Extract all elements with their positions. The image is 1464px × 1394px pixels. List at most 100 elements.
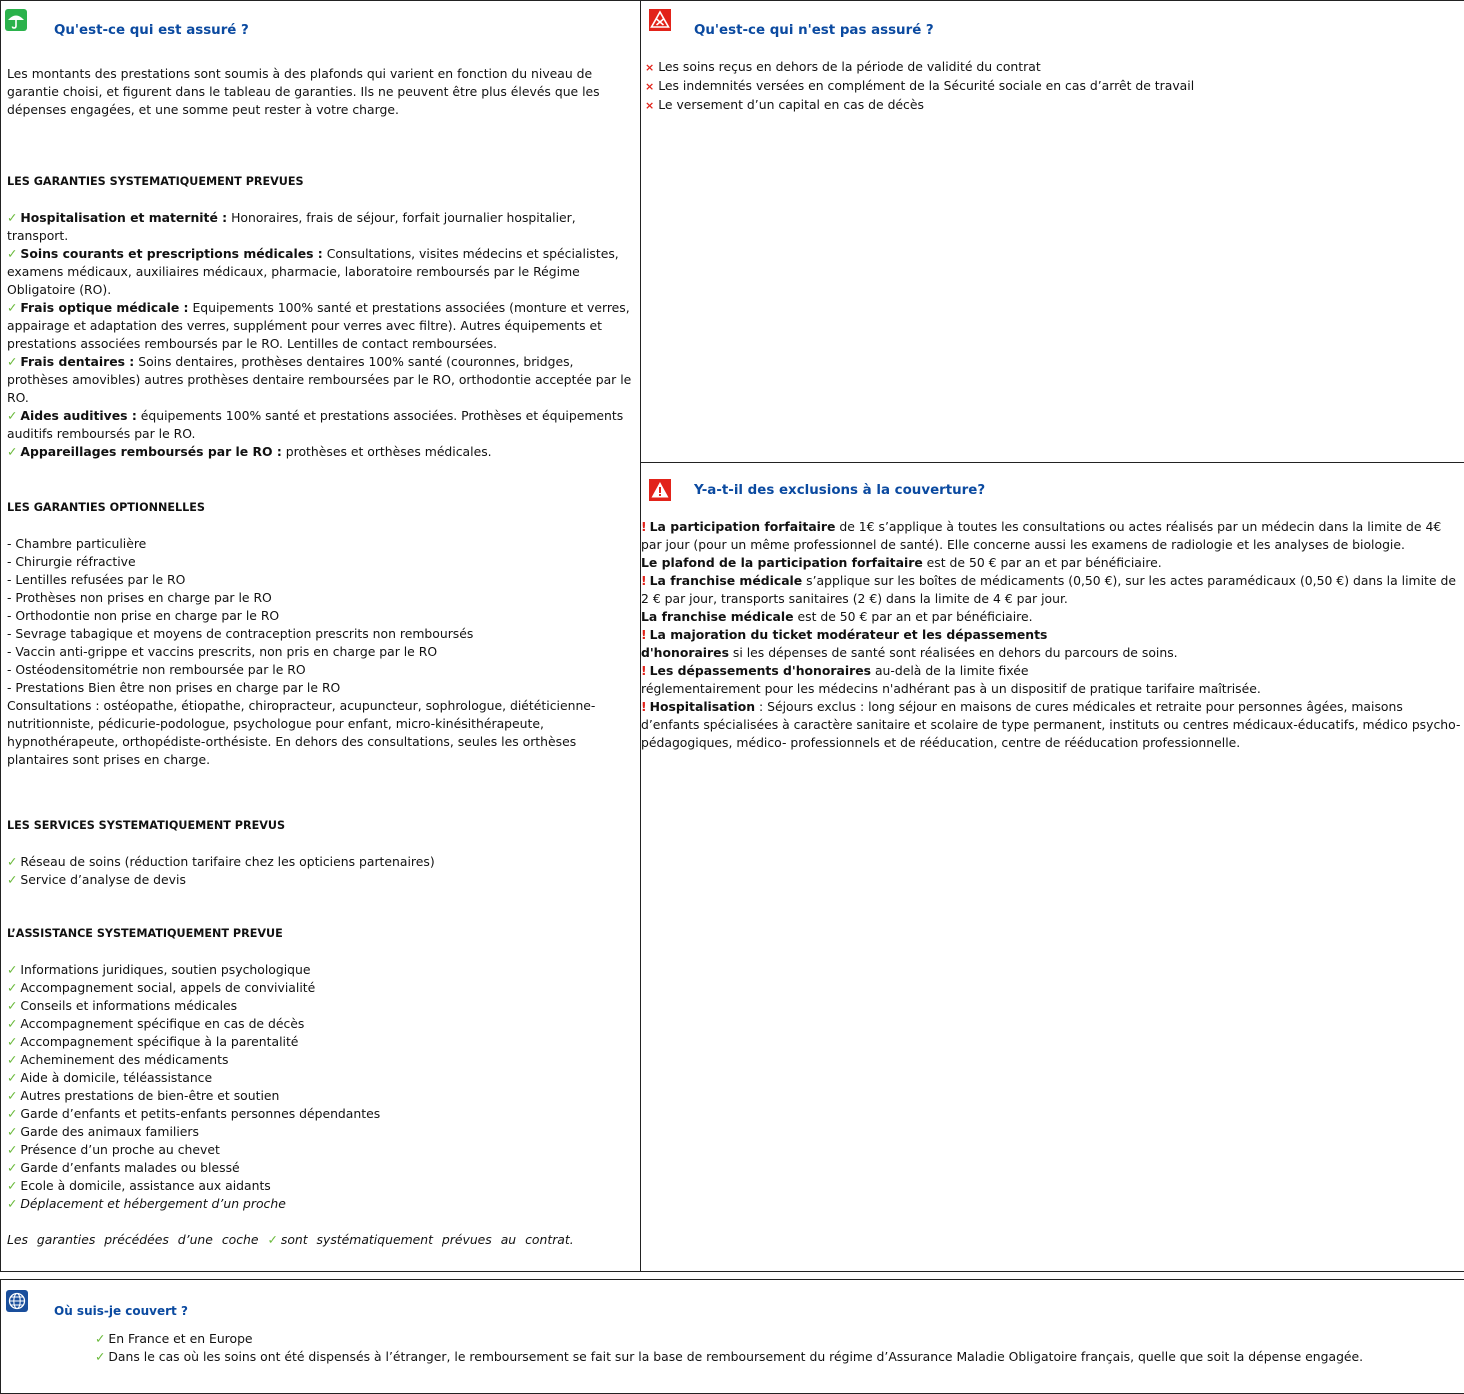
exclusions-header: Y-a-t-il des exclusions à la couverture? (641, 463, 1464, 501)
list-item: ✓ Garde des animaux familiers (7, 1124, 199, 1139)
systematic-list: ✓ Hospitalisation et maternité : Honorair… (7, 209, 632, 461)
list-item: ✓ Ecole à domicile, assistance aux aidant… (7, 1178, 271, 1193)
check-icon: ✓ (7, 210, 18, 225)
assured-body: Les montants des prestations sont soumis… (7, 65, 632, 461)
systematic-title: LES GARANTIES SYSTEMATIQUEMENT PREVUES (7, 175, 304, 188)
exclusion-item: ! La franchise médicale s’applique sur le… (641, 573, 1456, 606)
optional-note: Consultations : ostéopathe, étiopathe, c… (7, 698, 596, 767)
check-icon: ✓ (7, 246, 18, 261)
check-icon: ✓ (7, 1124, 18, 1139)
where-panel: Où suis-je couvert ? ✓ En France et en Eu… (0, 1279, 1464, 1394)
list-item: ✓ Dans le cas où les soins ont été dispen… (95, 1349, 1364, 1364)
check-icon: ✓ (7, 980, 18, 995)
assured-header: Qu'est-ce qui est assuré ? (1, 1, 640, 38)
list-item: - Prothèses non prises en charge par le … (7, 590, 272, 605)
list-item: - Chirurgie réfractive (7, 554, 136, 569)
exclusion-item: réglementairement pour les médecins n'ad… (641, 681, 1261, 696)
exclusion-item: ! Hospitalisation : Séjours exclus : long… (641, 699, 1461, 750)
list-item: ✓ Garde d’enfants et petits-enfants perso… (7, 1106, 381, 1121)
check-icon: ✓ (95, 1331, 106, 1346)
services-block: LES SERVICES SYSTEMATIQUEMENT PREVUS ✓ Ré… (7, 817, 632, 889)
list-item: ✓ Service d’analyse de devis (7, 872, 186, 887)
check-icon: ✓ (7, 998, 18, 1013)
check-icon: ✓ (7, 300, 18, 315)
optional-title: LES GARANTIES OPTIONNELLES (7, 501, 205, 514)
list-item: × Le versement d’un capital en cas de déc… (645, 97, 924, 112)
list-item: ✓ Autres prestations de bien-être et sout… (7, 1088, 280, 1103)
exclusion-item: d'honoraires si les dépenses de santé so… (641, 645, 1178, 660)
cross-icon: × (645, 80, 655, 93)
check-icon: ✓ (7, 1088, 18, 1103)
exclusions-panel: Y-a-t-il des exclusions à la couverture?… (640, 462, 1464, 1272)
assistance-block: L’ASSISTANCE SYSTEMATIQUEMENT PREVUE ✓ In… (7, 925, 632, 1249)
check-icon: ✓ (7, 1052, 18, 1067)
check-icon: ✓ (7, 1178, 18, 1193)
list-item: ✓ Aides auditives : équipements 100% sant… (7, 408, 624, 441)
list-item: - Prestations Bien être non prises en ch… (7, 680, 341, 695)
where-title: Où suis-je couvert ? (54, 1304, 188, 1318)
exclamation-icon: ! (641, 573, 647, 588)
no-entry-warning-icon (649, 9, 671, 31)
list-item: - Orthodontie non prise en charge par le… (7, 608, 280, 623)
check-icon: ✓ (267, 1232, 278, 1247)
list-item: ✓ Informations juridiques, soutien psycho… (7, 962, 311, 977)
list-item: ✓ Appareillages remboursés par le RO : pr… (7, 444, 492, 459)
list-item: - Ostéodensitométrie non remboursée par … (7, 662, 306, 677)
where-list: ✓ En France et en Europe ✓ Dans le cas où … (95, 1330, 1456, 1366)
exclusions-body: ! La participation forfaitaire de 1€ s’ap… (641, 518, 1462, 752)
list-item: - Lentilles refusées par le RO (7, 572, 186, 587)
assured-intro: Les montants des prestations sont soumis… (7, 66, 600, 117)
list-item: × Les indemnités versées en complément de… (645, 78, 1195, 93)
check-icon: ✓ (7, 1142, 18, 1157)
check-icon: ✓ (7, 854, 18, 869)
check-icon: ✓ (7, 1016, 18, 1031)
list-item: ✓ Réseau de soins (réduction tarifaire ch… (7, 854, 435, 869)
list-item: ✓ Aide à domicile, téléassistance (7, 1070, 213, 1085)
not-assured-panel: Qu'est-ce qui n'est pas assuré ? × Les so… (640, 0, 1464, 463)
exclamation-icon: ! (641, 663, 647, 678)
check-icon: ✓ (7, 1070, 18, 1085)
services-title: LES SERVICES SYSTEMATIQUEMENT PREVUS (7, 819, 286, 832)
list-item: - Chambre particulière (7, 536, 147, 551)
globe-icon (6, 1290, 28, 1312)
exclamation-icon: ! (641, 699, 647, 714)
list-item: ✓ Frais dentaires : Soins dentaires, prot… (7, 354, 632, 405)
list-item: ✓ Accompagnement social, appels de conviv… (7, 980, 316, 995)
exclusions-title: Y-a-t-il des exclusions à la couverture? (694, 483, 986, 498)
cross-icon: × (645, 61, 655, 74)
list-item: × Les soins reçus en dehors de la période… (645, 59, 1041, 74)
assured-title: Qu'est-ce qui est assuré ? (54, 23, 249, 38)
check-icon: ✓ (7, 1196, 18, 1211)
list-item: ✓ Acheminement des médicaments (7, 1052, 229, 1067)
not-assured-header: Qu'est-ce qui n'est pas assuré ? (641, 1, 1464, 38)
exclamation-icon: ! (641, 519, 647, 534)
umbrella-icon (5, 9, 27, 31)
list-item: ✓ Garde d’enfants malades ou blessé (7, 1160, 240, 1175)
exclamation-icon: ! (641, 627, 647, 642)
list-item: ✓ Déplacement et hébergement d’un proche (7, 1196, 286, 1211)
check-icon: ✓ (7, 1106, 18, 1121)
optional-block: LES GARANTIES OPTIONNELLES - Chambre par… (7, 499, 632, 769)
exclusion-item: La franchise médicale est de 50 € par an… (641, 609, 1033, 624)
check-icon: ✓ (95, 1349, 106, 1364)
exclusion-item: ! La majoration du ticket modérateur et l… (641, 627, 1048, 642)
footnote: Les garanties précédées d’une coche ✓ son… (7, 1232, 574, 1247)
exclusion-item: ! La participation forfaitaire de 1€ s’ap… (641, 519, 1442, 552)
exclusion-item: Le plafond de la participation forfaitai… (641, 555, 1162, 570)
check-icon: ✓ (7, 872, 18, 887)
list-item: - Vaccin anti-grippe et vaccins prescrit… (7, 644, 438, 659)
list-item: ✓ Accompagnement spécifique à la parental… (7, 1034, 299, 1049)
list-item: ✓ Présence d’un proche au chevet (7, 1142, 220, 1157)
exclusion-item: ! Les dépassements d'honoraires au-delà d… (641, 663, 1029, 678)
check-icon: ✓ (7, 1160, 18, 1175)
assured-panel: Qu'est-ce qui est assuré ? Les montants … (0, 0, 641, 1272)
check-icon: ✓ (7, 962, 18, 977)
check-icon: ✓ (7, 408, 18, 423)
assistance-title: L’ASSISTANCE SYSTEMATIQUEMENT PREVUE (7, 927, 283, 940)
list-item: ✓ Hospitalisation et maternité : Honorair… (7, 210, 576, 243)
check-icon: ✓ (7, 1034, 18, 1049)
cross-icon: × (645, 99, 655, 112)
not-assured-title: Qu'est-ce qui n'est pas assuré ? (694, 23, 934, 38)
list-item: - Sevrage tabagique et moyens de contrac… (7, 626, 474, 641)
not-assured-list: × Les soins reçus en dehors de la période… (645, 58, 1456, 115)
